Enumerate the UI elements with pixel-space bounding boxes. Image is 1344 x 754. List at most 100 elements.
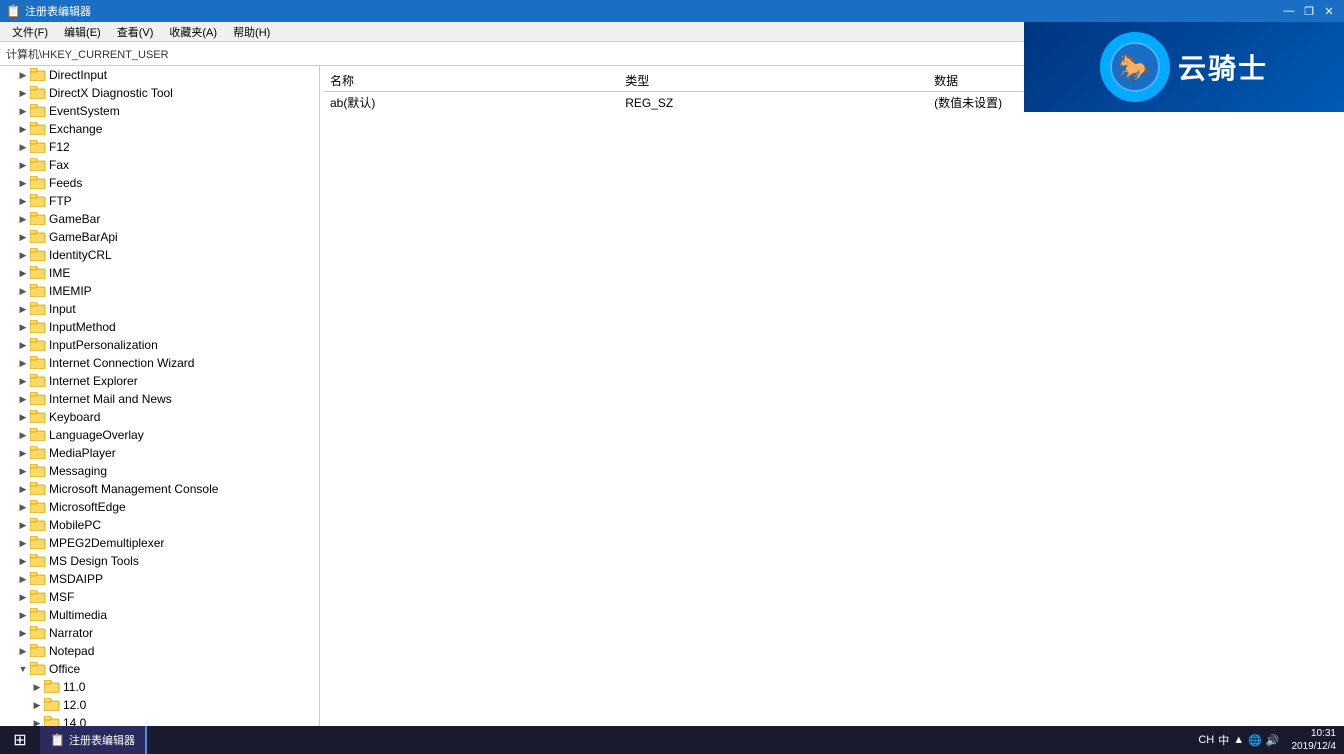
tree-item-11.0[interactable]: ▶ 11.0 xyxy=(0,678,319,696)
tree-item-FTP[interactable]: ▶ FTP xyxy=(0,192,319,210)
expand-icon-open[interactable]: ▼ xyxy=(16,664,30,674)
tree-item-InputPersonalization[interactable]: ▶ InputPersonalization xyxy=(0,336,319,354)
tree-item-MPEG2Demultiplexer[interactable]: ▶ MPEG2Demultiplexer xyxy=(0,534,319,552)
expand-icon-closed[interactable]: ▶ xyxy=(16,178,30,189)
folder-icon xyxy=(30,626,46,640)
title-bar-title: 注册表编辑器 xyxy=(25,3,91,19)
expand-icon-closed[interactable]: ▶ xyxy=(16,628,30,639)
minimize-button[interactable]: — xyxy=(1280,3,1298,19)
tree-item-Narrator[interactable]: ▶ Narrator xyxy=(0,624,319,642)
folder-icon xyxy=(30,554,46,568)
expand-icon-closed[interactable]: ▶ xyxy=(16,88,30,99)
expand-icon-closed[interactable]: ▶ xyxy=(16,502,30,513)
expand-icon-closed[interactable]: ▶ xyxy=(16,268,30,279)
tree-item-InputMethod[interactable]: ▶ InputMethod xyxy=(0,318,319,336)
expand-icon-closed[interactable]: ▶ xyxy=(16,520,30,531)
expand-icon-closed[interactable]: ▶ xyxy=(30,682,44,693)
tray-arrow[interactable]: ▲ xyxy=(1233,734,1244,746)
menu-view[interactable]: 查看(V) xyxy=(109,22,162,42)
tree-item-Feeds[interactable]: ▶ Feeds xyxy=(0,174,319,192)
tree-item-F12[interactable]: ▶ F12 xyxy=(0,138,319,156)
tree-item-MobilePC[interactable]: ▶ MobilePC xyxy=(0,516,319,534)
tree-item-LanguageOverlay[interactable]: ▶ LanguageOverlay xyxy=(0,426,319,444)
tree-item-Keyboard[interactable]: ▶ Keyboard xyxy=(0,408,319,426)
expand-icon-closed[interactable]: ▶ xyxy=(16,556,30,567)
taskbar-app-regedit[interactable]: 📋 注册表编辑器 xyxy=(40,726,147,754)
tree-item-EventSystem[interactable]: ▶ EventSystem xyxy=(0,102,319,120)
tree-item-MicrosoftEdge[interactable]: ▶ MicrosoftEdge xyxy=(0,498,319,516)
expand-icon-closed[interactable]: ▶ xyxy=(16,124,30,135)
tree-item-14.0[interactable]: ▶ 14.0 xyxy=(0,714,319,726)
expand-icon-closed[interactable]: ▶ xyxy=(16,214,30,225)
tree-item-Notepad[interactable]: ▶ Notepad xyxy=(0,642,319,660)
tree-item-label-LanguageOverlay: LanguageOverlay xyxy=(49,426,144,444)
tree-item-Microsoft_Management_Console[interactable]: ▶ Microsoft Management Console xyxy=(0,480,319,498)
expand-icon-closed[interactable]: ▶ xyxy=(16,448,30,459)
tree-item-Internet_Explorer[interactable]: ▶ Internet Explorer xyxy=(0,372,319,390)
expand-icon-closed[interactable]: ▶ xyxy=(16,574,30,585)
tree-item-DirectInput[interactable]: ▶ DirectInput xyxy=(0,66,319,84)
tree-item-MSF[interactable]: ▶ MSF xyxy=(0,588,319,606)
expand-icon-closed[interactable]: ▶ xyxy=(16,160,30,171)
tree-item-label-IMEMIP: IMEMIP xyxy=(49,282,92,300)
tree-item-12.0[interactable]: ▶ 12.0 xyxy=(0,696,319,714)
tree-item-GameBarApi[interactable]: ▶ GameBarApi xyxy=(0,228,319,246)
tree-item-IdentityCRL[interactable]: ▶ IdentityCRL xyxy=(0,246,319,264)
folder-icon xyxy=(30,266,46,280)
close-button[interactable]: ✕ xyxy=(1320,3,1338,19)
tree-item-Internet_Connection_Wizard[interactable]: ▶ Internet Connection Wizard xyxy=(0,354,319,372)
expand-icon-closed[interactable]: ▶ xyxy=(16,430,30,441)
tree-item-Multimedia[interactable]: ▶ Multimedia xyxy=(0,606,319,624)
tree-item-DirectX_Diagnostic_Tool[interactable]: ▶ DirectX Diagnostic Tool xyxy=(0,84,319,102)
expand-icon-closed[interactable]: ▶ xyxy=(16,250,30,261)
menu-help[interactable]: 帮助(H) xyxy=(225,22,278,42)
expand-icon-closed[interactable]: ▶ xyxy=(16,286,30,297)
tree-item-label-Internet_Mail_and_News: Internet Mail and News xyxy=(49,390,172,408)
expand-icon-closed[interactable]: ▶ xyxy=(30,718,44,727)
folder-icon xyxy=(30,140,46,154)
tree-item-GameBar[interactable]: ▶ GameBar xyxy=(0,210,319,228)
expand-icon-closed[interactable]: ▶ xyxy=(16,70,30,81)
menu-edit[interactable]: 编辑(E) xyxy=(56,22,109,42)
expand-icon-closed[interactable]: ▶ xyxy=(16,340,30,351)
expand-icon-closed[interactable]: ▶ xyxy=(16,232,30,243)
tree-item-label-MPEG2Demultiplexer: MPEG2Demultiplexer xyxy=(49,534,164,552)
tree-item-IME[interactable]: ▶ IME xyxy=(0,264,319,282)
taskbar-app-icon: 📋 xyxy=(50,733,65,747)
tree-item-IMEMIP[interactable]: ▶ IMEMIP xyxy=(0,282,319,300)
taskbar-start-button[interactable]: ⊞ xyxy=(0,726,40,754)
expand-icon-closed[interactable]: ▶ xyxy=(16,358,30,369)
tree-item-Exchange[interactable]: ▶ Exchange xyxy=(0,120,319,138)
maximize-button[interactable]: ❐ xyxy=(1300,3,1318,19)
expand-icon-closed[interactable]: ▶ xyxy=(16,646,30,657)
menu-favorites[interactable]: 收藏夹(A) xyxy=(161,22,225,42)
expand-icon-closed[interactable]: ▶ xyxy=(16,538,30,549)
tree-item-Messaging[interactable]: ▶ Messaging xyxy=(0,462,319,480)
expand-icon-closed[interactable]: ▶ xyxy=(16,592,30,603)
tree-item-Fax[interactable]: ▶ Fax xyxy=(0,156,319,174)
expand-icon-closed[interactable]: ▶ xyxy=(16,610,30,621)
expand-icon-closed[interactable]: ▶ xyxy=(16,394,30,405)
expand-icon-closed[interactable]: ▶ xyxy=(16,196,30,207)
expand-icon-closed[interactable]: ▶ xyxy=(16,466,30,477)
tree-item-MS_Design_Tools[interactable]: ▶ MS Design Tools xyxy=(0,552,319,570)
tree-panel[interactable]: ▶ DirectInput▶ DirectX Diagnostic Tool▶ … xyxy=(0,66,320,726)
folder-icon xyxy=(30,392,46,406)
expand-icon-closed[interactable]: ▶ xyxy=(16,322,30,333)
folder-icon xyxy=(30,248,46,262)
tree-item-Office[interactable]: ▼ Office xyxy=(0,660,319,678)
expand-icon-closed[interactable]: ▶ xyxy=(16,106,30,117)
folder-icon xyxy=(44,698,60,712)
tree-item-Internet_Mail_and_News[interactable]: ▶ Internet Mail and News xyxy=(0,390,319,408)
tree-item-MediaPlayer[interactable]: ▶ MediaPlayer xyxy=(0,444,319,462)
expand-icon-closed[interactable]: ▶ xyxy=(30,700,44,711)
expand-icon-closed[interactable]: ▶ xyxy=(16,376,30,387)
expand-icon-closed[interactable]: ▶ xyxy=(16,304,30,315)
expand-icon-closed[interactable]: ▶ xyxy=(16,142,30,153)
expand-icon-closed[interactable]: ▶ xyxy=(16,484,30,495)
menu-file[interactable]: 文件(F) xyxy=(4,22,56,42)
expand-icon-closed[interactable]: ▶ xyxy=(16,412,30,423)
tree-item-Input[interactable]: ▶ Input xyxy=(0,300,319,318)
taskbar-clock[interactable]: 10:31 2019/12/4 xyxy=(1292,727,1337,753)
tree-item-MSDAIPP[interactable]: ▶ MSDAIPP xyxy=(0,570,319,588)
